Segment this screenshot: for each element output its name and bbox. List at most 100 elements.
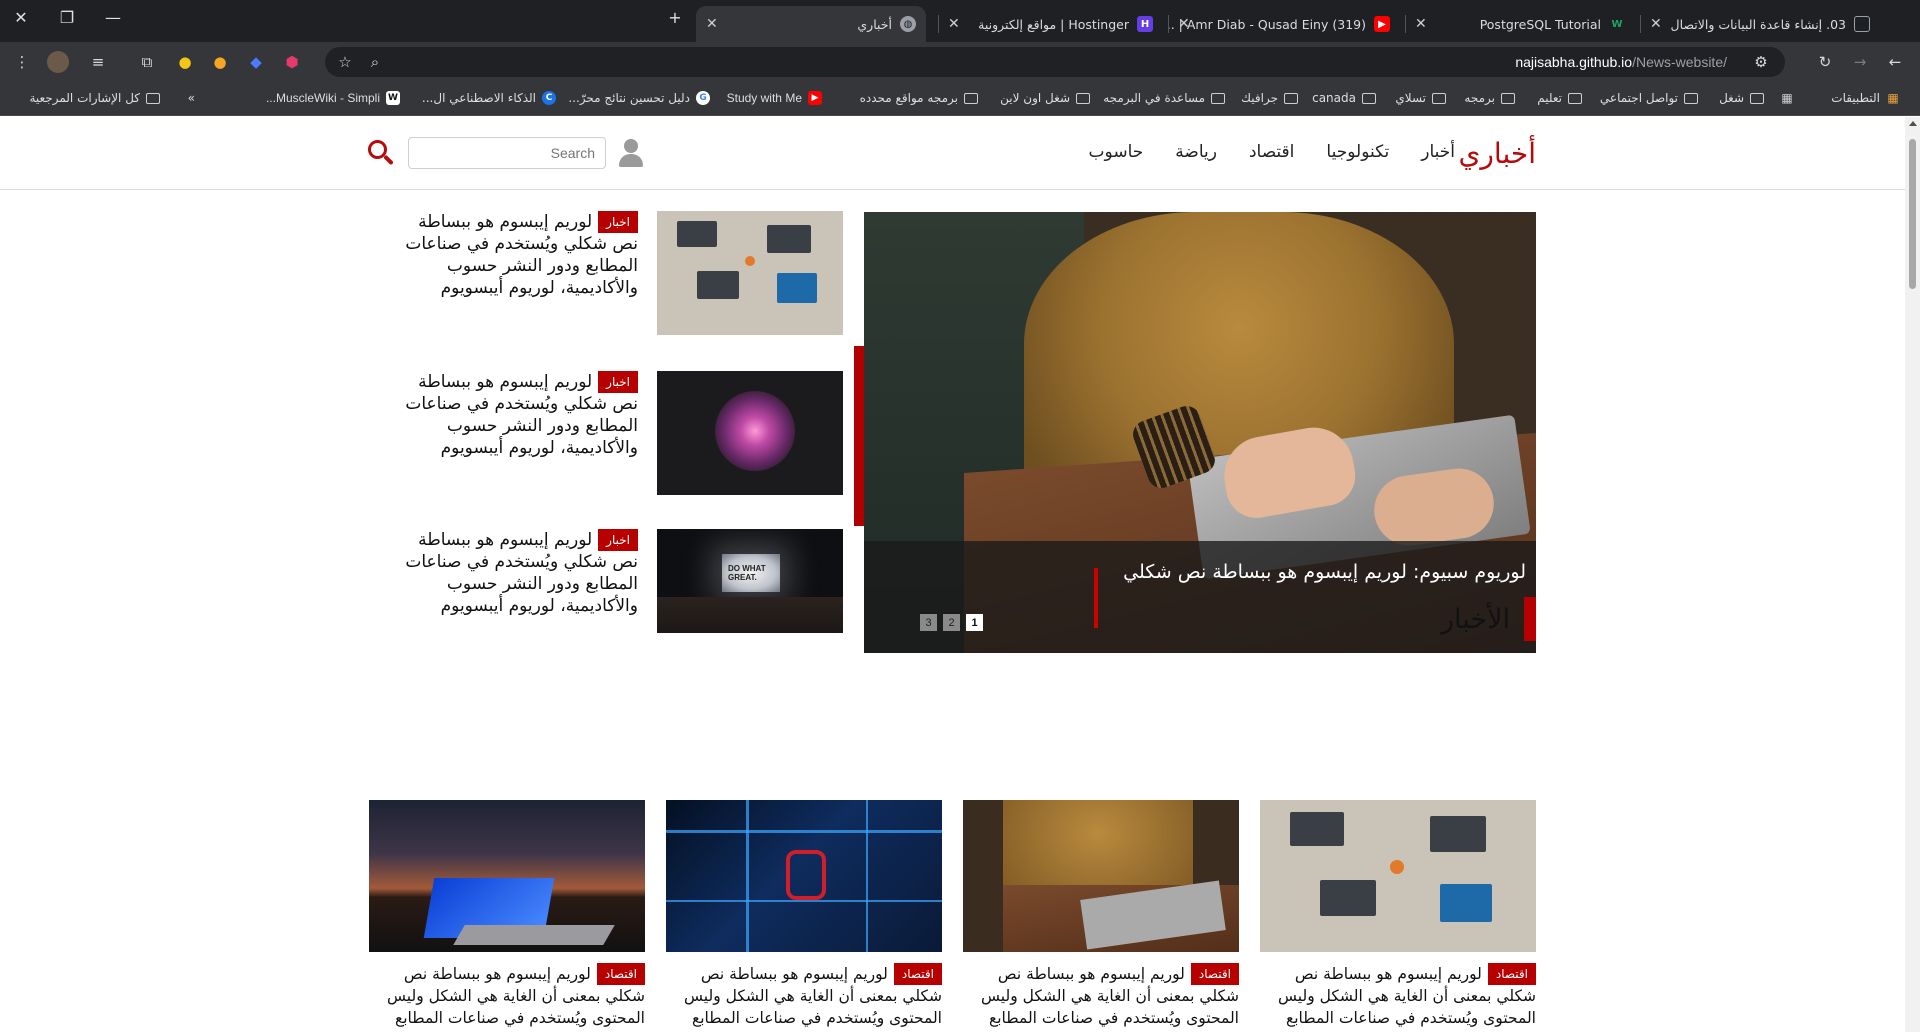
bookmark-folder[interactable]: شغل اون لاين [1000, 91, 1090, 105]
slide-page-1[interactable]: 1 [966, 614, 983, 631]
extension-shield-icon[interactable]: ⬢ [282, 52, 302, 72]
tab-title: Hostinger | مواقع إلكترونية [978, 16, 1129, 32]
card-image[interactable] [666, 800, 942, 952]
bookmark-folder[interactable]: برمجه [1464, 91, 1515, 105]
tab-database[interactable]: 03. إنشاء قاعدة البيانات والاتصال ✕ [1640, 6, 1880, 42]
bookmark-ai[interactable]: C الذكاء الاصطناعي ال... [422, 91, 556, 105]
nav-news[interactable]: أخبار [1421, 142, 1455, 162]
bookmark-label: Study with Me [726, 91, 802, 105]
extension-burger-icon[interactable]: ● [210, 52, 230, 72]
bookmark-folder[interactable]: تسلاي [1395, 91, 1446, 105]
bookmark-folder[interactable]: تعليم [1537, 91, 1582, 105]
menu-dots-icon[interactable]: ⋮ [12, 52, 32, 72]
more-bookmarks-icon[interactable]: » [188, 91, 195, 105]
category-tag[interactable]: اقتصاد [893, 963, 942, 985]
url-text[interactable]: najisabha.github.io/News-website/ [1515, 54, 1727, 70]
minimize-window-icon[interactable]: — [98, 8, 128, 27]
nav-economy[interactable]: اقتصاد [1249, 142, 1294, 162]
nav-sports[interactable]: رياضة [1175, 142, 1217, 162]
tab-title: أخباري [857, 16, 892, 32]
bookmark-label: تسلاي [1395, 91, 1426, 105]
user-icon[interactable] [618, 139, 644, 167]
media-control-icon[interactable]: ≡ [88, 52, 108, 72]
article-text[interactable]: اخبارلوريم إيبسوم هو ببساطة نص شكلي ويُس… [398, 211, 638, 299]
zoom-icon[interactable]: ⌕ [365, 52, 385, 72]
search-icon[interactable] [366, 138, 396, 168]
tab-hostinger[interactable]: H Hostinger | مواقع إلكترونية ✕ [938, 6, 1163, 42]
card-text[interactable]: اقتصادلوريم إيبسوم هو ببساطة نص شكلي بمع… [1260, 963, 1536, 1029]
article-text[interactable]: اخبارلوريم إيبسوم هو ببساطة نص شكلي ويُس… [398, 371, 638, 459]
nav-technology[interactable]: تكنولوجيا [1326, 142, 1389, 162]
side-article[interactable]: اخبارلوريم إيبسوم هو ببساطة نص شكلي ويُس… [396, 371, 843, 496]
category-tag[interactable]: اقتصاد [1487, 963, 1536, 985]
bookmark-label: MuscleWiki - Simpli... [265, 91, 380, 105]
card-text[interactable]: اقتصادلوريم إيبسوم هو ببساطة نص شكلي بمع… [963, 963, 1239, 1029]
scroll-thumb[interactable] [1909, 139, 1916, 289]
card-image[interactable] [963, 800, 1239, 952]
folder-icon [1432, 92, 1446, 104]
search-input[interactable] [408, 137, 606, 169]
side-article[interactable]: اخبارلوريم إيبسوم هو ببساطة نص شكلي ويُس… [396, 211, 843, 336]
address-bar[interactable]: ☆ ⌕ najisabha.github.io/News-website/ ⚙ [325, 47, 1785, 77]
article-thumbnail[interactable] [657, 371, 843, 495]
profile-avatar[interactable] [47, 51, 69, 73]
folder-icon [1684, 92, 1698, 104]
extensions-icon[interactable]: ⧉ [137, 52, 157, 72]
tab-akhbari[interactable]: ◍ أخباري ✕ [696, 6, 926, 42]
article-thumbnail[interactable] [657, 211, 843, 335]
site-settings-icon[interactable]: ⚙ [1751, 52, 1771, 72]
category-tag[interactable]: اقتصاد [596, 963, 645, 985]
bookmark-folder[interactable]: مساعدة في البرمجه [1103, 91, 1225, 105]
category-tag[interactable]: اخبار [598, 371, 638, 393]
bookmark-study[interactable]: ▶ Study with Me [727, 91, 822, 105]
slide-page-2[interactable]: 2 [943, 614, 960, 631]
bookmark-label: تواصل اجتماعي [1599, 91, 1678, 105]
bookmark-star-icon[interactable]: ☆ [335, 52, 355, 72]
reload-icon[interactable]: ↻ [1815, 52, 1835, 72]
section-title: الأخبار [1440, 603, 1510, 635]
bookmark-folder[interactable]: تواصل اجتماعي [1600, 91, 1698, 105]
bookmark-apps[interactable]: ▦ التطبيقات [1831, 91, 1900, 105]
card-text[interactable]: اقتصادلوريم إيبسوم هو ببساطة نص شكلي بمع… [666, 963, 942, 1029]
tab-youtube[interactable]: ▶ (319) Amr Diab - Qusad Einy | ... ✕ [1168, 6, 1400, 42]
page-scrollbar[interactable] [1905, 117, 1920, 1032]
card-image[interactable] [1260, 800, 1536, 952]
restore-window-icon[interactable]: ❐ [52, 8, 82, 27]
folder-icon [1568, 92, 1582, 104]
close-tab-icon[interactable]: ✕ [1650, 16, 1662, 32]
bookmark-folder[interactable]: برمجه مواقع محدده [860, 91, 978, 105]
card-text[interactable]: اقتصادلوريم إيبسوم هو ببساطة نص شكلي بمع… [369, 963, 645, 1029]
hero-slider[interactable]: لوريوم سبيوم: لوريم إيبسوم هو ببساطة نص … [864, 212, 1536, 653]
tab-postgresql[interactable]: W PostgreSQL Tutorial ✕ [1405, 6, 1635, 42]
forward-icon[interactable]: → [1850, 52, 1870, 72]
card-image[interactable] [369, 800, 645, 952]
extension-yellow-icon[interactable]: ● [175, 52, 195, 72]
back-icon[interactable]: ← [1885, 52, 1905, 72]
google-icon: G [696, 91, 710, 105]
article-text[interactable]: اخبارلوريم إيبسوم هو ببساطة نص شكلي ويُس… [398, 529, 638, 617]
bookmark-google[interactable]: G دليل تحسين نتائج محرّ... [568, 91, 710, 105]
all-bookmarks[interactable]: كل الإشارات المرجعية [29, 91, 160, 105]
bookmark-work[interactable]: ▦ [1774, 91, 1794, 105]
close-tab-icon[interactable]: ✕ [948, 16, 960, 32]
hero-caption[interactable]: لوريوم سبيوم: لوريم إيبسوم هو ببساطة نص … [1123, 561, 1526, 583]
close-window-icon[interactable]: ✕ [6, 8, 36, 27]
close-tab-icon[interactable]: ✕ [1178, 16, 1190, 32]
bookmark-folder[interactable]: جرافيك [1241, 91, 1298, 105]
category-tag[interactable]: اقتصاد [1190, 963, 1239, 985]
new-tab-icon[interactable]: + [660, 8, 690, 27]
category-tag[interactable]: اخبار [598, 211, 638, 233]
extension-blue-icon[interactable]: ◆ [246, 52, 266, 72]
bookmark-folder[interactable]: شغل [1719, 91, 1764, 105]
slide-page-3[interactable]: 3 [920, 614, 937, 631]
close-tab-icon[interactable]: ✕ [706, 16, 718, 32]
side-article[interactable]: DO WHAT GREAT. اخبارلوريم إيبسوم هو ببساط… [396, 529, 843, 654]
category-tag[interactable]: اخبار [598, 529, 638, 551]
nav-computer[interactable]: حاسوب [1089, 142, 1144, 162]
bookmark-musclewiki[interactable]: W MuscleWiki - Simpli... [266, 91, 400, 105]
bookmark-label: الذكاء الاصطناعي ال... [421, 91, 536, 105]
article-thumbnail[interactable]: DO WHAT GREAT. [657, 529, 843, 633]
scroll-up-icon[interactable] [1909, 121, 1917, 126]
close-tab-icon[interactable]: ✕ [1415, 16, 1427, 32]
bookmark-folder[interactable]: canada [1312, 91, 1376, 105]
